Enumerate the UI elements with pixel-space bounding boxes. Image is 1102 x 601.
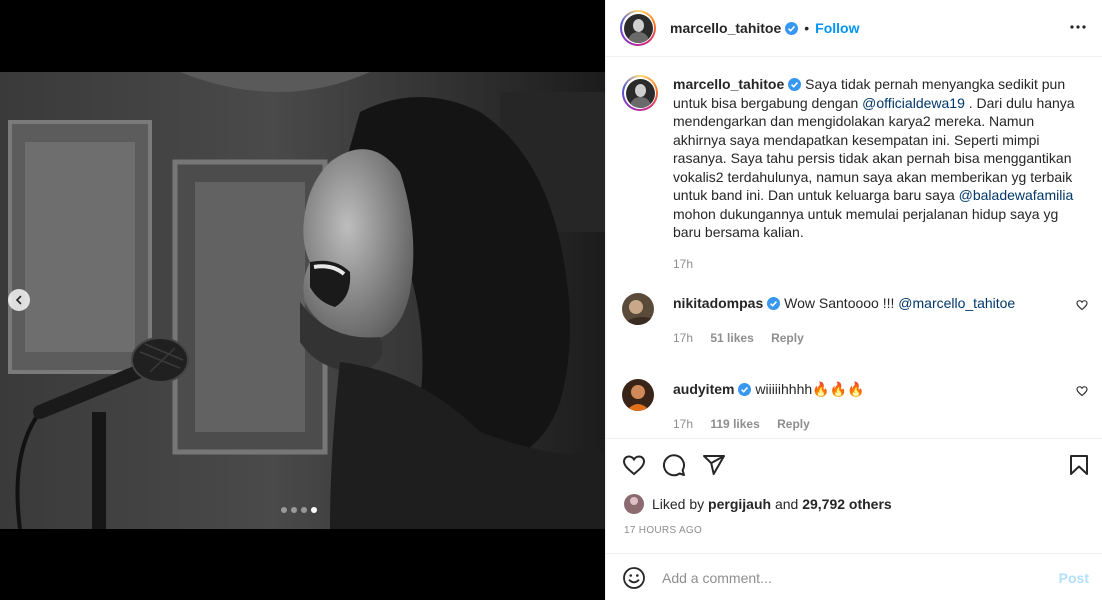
like-button[interactable] bbox=[622, 453, 646, 477]
verified-badge-icon bbox=[785, 21, 799, 35]
comment-meta: 17h 51 likes Reply bbox=[673, 331, 818, 345]
liked-by-avatar[interactable] bbox=[624, 494, 644, 514]
verified-badge-icon bbox=[788, 78, 802, 91]
liked-by-user[interactable]: pergijauh bbox=[708, 496, 771, 512]
mention-link[interactable]: @marcello_tahitoe bbox=[898, 295, 1015, 311]
emoji-icon bbox=[623, 566, 645, 589]
liked-by-prefix: Liked by bbox=[652, 496, 705, 512]
liked-by-others[interactable]: 29,792 others bbox=[802, 496, 892, 512]
carousel-dot bbox=[291, 507, 297, 513]
heart-icon[interactable] bbox=[1076, 299, 1088, 311]
more-horizontal-icon[interactable] bbox=[1069, 18, 1087, 36]
verified-badge-icon bbox=[767, 297, 781, 310]
comments-section[interactable]: marcello_tahitoe Saya tidak pernah menya… bbox=[606, 57, 1102, 437]
carousel-dot-active bbox=[311, 507, 317, 513]
separator-dot: • bbox=[804, 20, 810, 36]
paper-plane-icon bbox=[703, 455, 725, 475]
comment-text: Wow Santoooo !!! bbox=[784, 295, 899, 311]
post-media bbox=[0, 0, 605, 600]
comment-username[interactable]: audyitem bbox=[673, 381, 734, 397]
caption-time[interactable]: 17h bbox=[673, 257, 693, 271]
bookmark-icon[interactable] bbox=[1067, 453, 1091, 477]
avatar-image-icon bbox=[622, 293, 654, 325]
author-username[interactable]: marcello_tahitoe bbox=[670, 20, 781, 36]
carousel-prev-button[interactable] bbox=[8, 289, 30, 311]
comment-text: wiiiiihhhh🔥🔥🔥 bbox=[755, 381, 865, 397]
post-button[interactable]: Post bbox=[1059, 570, 1089, 586]
carousel-dot bbox=[281, 507, 287, 513]
comment-time[interactable]: 17h bbox=[673, 331, 693, 345]
follow-button[interactable]: Follow bbox=[815, 20, 859, 36]
post-header: marcello_tahitoe • Follow bbox=[606, 0, 1102, 57]
mention-link[interactable]: @officialdewa19 bbox=[862, 95, 965, 111]
caption-username[interactable]: marcello_tahitoe bbox=[673, 76, 784, 92]
comment-likes[interactable]: 51 likes bbox=[710, 331, 753, 345]
avatar-image-icon bbox=[622, 379, 654, 411]
comment-icon bbox=[663, 454, 685, 477]
add-comment-bar: Post bbox=[606, 553, 1102, 601]
heart-icon bbox=[622, 455, 646, 476]
carousel-dots bbox=[281, 507, 317, 513]
singer-photo bbox=[0, 72, 605, 529]
author-avatar[interactable] bbox=[620, 10, 656, 46]
comment-avatar[interactable] bbox=[622, 379, 654, 411]
comment-avatar[interactable] bbox=[622, 293, 654, 325]
post-actions: Liked by pergijauh and 29,792 others 17 … bbox=[606, 438, 1102, 554]
comment-meta: 17h 119 likes Reply bbox=[673, 417, 824, 431]
comment-button[interactable] bbox=[662, 453, 686, 477]
chevron-left-icon bbox=[15, 295, 22, 305]
comment-body: nikitadompas Wow Santoooo !!! @marcello_… bbox=[673, 295, 1015, 311]
liked-by: Liked by pergijauh and 29,792 others bbox=[624, 494, 892, 514]
liked-by-and: and bbox=[774, 496, 799, 512]
comment-body: audyitem wiiiiihhhh🔥🔥🔥 bbox=[673, 381, 864, 398]
verified-badge-icon bbox=[738, 383, 752, 396]
comment-time[interactable]: 17h bbox=[673, 417, 693, 431]
comment-input[interactable] bbox=[660, 568, 1044, 587]
heart-icon[interactable] bbox=[1076, 385, 1088, 397]
reply-button[interactable]: Reply bbox=[777, 417, 810, 431]
emoji-button[interactable] bbox=[622, 566, 646, 590]
reply-button[interactable]: Reply bbox=[771, 331, 804, 345]
post-panel: marcello_tahitoe • Follow marcello_tahit… bbox=[605, 0, 1102, 600]
comment-likes[interactable]: 119 likes bbox=[710, 417, 759, 431]
share-button[interactable] bbox=[702, 453, 726, 477]
caption-text: marcello_tahitoe Saya tidak pernah menya… bbox=[673, 75, 1083, 242]
mention-link[interactable]: @baladewafamilia bbox=[959, 187, 1074, 203]
caption-text-part: mohon dukungannya untuk memulai perjalan… bbox=[673, 205, 1059, 241]
post-photo[interactable] bbox=[0, 72, 605, 529]
comment-username[interactable]: nikitadompas bbox=[673, 295, 763, 311]
carousel-dot bbox=[301, 507, 307, 513]
caption-avatar[interactable] bbox=[622, 75, 658, 111]
post-time[interactable]: 17 HOURS AGO bbox=[624, 525, 702, 536]
